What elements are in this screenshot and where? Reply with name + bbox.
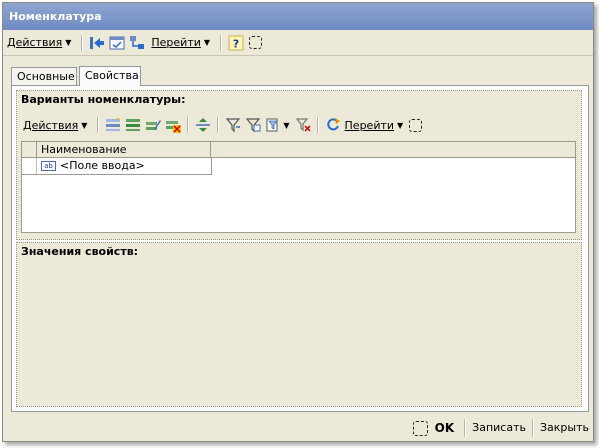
tab-properties[interactable]: Свойства [79, 66, 141, 86]
toolbar-separator [316, 117, 319, 133]
tab-main[interactable]: Основные [11, 67, 77, 85]
nomenclature-window: Номенклатура Действия ▼ Перейти ▼ ? Осно… [2, 2, 594, 442]
table-row[interactable]: ab <Поле ввода> [22, 158, 212, 175]
main-toolbar: Действия ▼ Перейти ▼ ? [3, 30, 593, 56]
row-marker-header [22, 142, 37, 157]
help-glyph: ? [233, 37, 239, 50]
property-values-title: Значения свойств: [21, 245, 139, 258]
add-row-icon[interactable] [105, 117, 121, 133]
close-button[interactable]: Закрыть [536, 418, 593, 438]
variants-title: Варианты номенклатуры: [21, 93, 186, 106]
column-header-name[interactable]: Наименование [37, 142, 211, 157]
variants-actions-menu[interactable]: Действия [23, 119, 78, 132]
customize-toolbar-icon[interactable] [409, 118, 423, 132]
name-cell[interactable]: ab <Поле ввода> [37, 158, 212, 174]
toolbar-separator [97, 117, 100, 133]
window-title: Номенклатура [3, 3, 593, 30]
save-button[interactable]: Записать [468, 418, 530, 438]
delete-row-icon[interactable] [165, 117, 182, 133]
variants-goto-menu[interactable]: Перейти [345, 119, 395, 132]
tab-control: Основные Свойства Варианты номенклатуры:… [11, 66, 589, 412]
filter-icon[interactable] [225, 117, 241, 133]
row-marker [22, 158, 37, 174]
clear-filter-icon[interactable] [295, 117, 311, 133]
toolbar-separator [81, 34, 84, 51]
cell-value: <Поле ввода> [60, 159, 145, 172]
chevron-down-icon[interactable]: ▼ [397, 121, 403, 130]
toolbar-separator [187, 117, 190, 133]
filter-value-icon[interactable] [245, 117, 261, 133]
goto-menu[interactable]: Перейти [151, 36, 201, 49]
customize-toolbar-icon[interactable] [412, 420, 428, 436]
edit-row-icon[interactable] [145, 117, 162, 133]
toolbar-separator [220, 34, 223, 51]
structure-icon[interactable] [129, 35, 145, 51]
chevron-down-icon[interactable]: ▼ [81, 121, 87, 130]
copy-row-icon[interactable] [125, 117, 141, 133]
filter-history-icon[interactable] [265, 117, 281, 133]
chevron-down-icon[interactable]: ▼ [283, 121, 289, 130]
move-row-icon[interactable] [195, 117, 211, 133]
input-field-icon: ab [41, 161, 56, 171]
customize-toolbar-icon[interactable] [249, 36, 263, 49]
chevron-down-icon[interactable]: ▼ [204, 38, 210, 47]
help-icon[interactable]: ? [228, 35, 244, 51]
refresh-icon[interactable] [325, 117, 341, 133]
button-separator [532, 419, 534, 437]
toolbar-separator [217, 117, 220, 133]
button-separator [464, 419, 467, 437]
variants-table[interactable]: Наименование ab <Поле ввода> [21, 141, 576, 233]
form-buttons: OK Записать Закрыть [3, 415, 593, 441]
back-arrow-icon[interactable] [89, 35, 105, 51]
ok-button[interactable]: OK [431, 418, 463, 438]
properties-panel: Варианты номенклатуры: Действия ▼ ▼ Пере… [11, 85, 589, 412]
chevron-down-icon[interactable]: ▼ [65, 38, 71, 47]
list-view-icon[interactable] [109, 35, 125, 51]
table-header: Наименование [22, 142, 575, 158]
actions-menu[interactable]: Действия [7, 36, 62, 49]
variants-toolbar: Действия ▼ ▼ Перейти ▼ [19, 113, 425, 137]
property-values-group: Значения свойств: [16, 242, 582, 407]
variants-group: Варианты номенклатуры: Действия ▼ ▼ Пере… [16, 90, 582, 240]
